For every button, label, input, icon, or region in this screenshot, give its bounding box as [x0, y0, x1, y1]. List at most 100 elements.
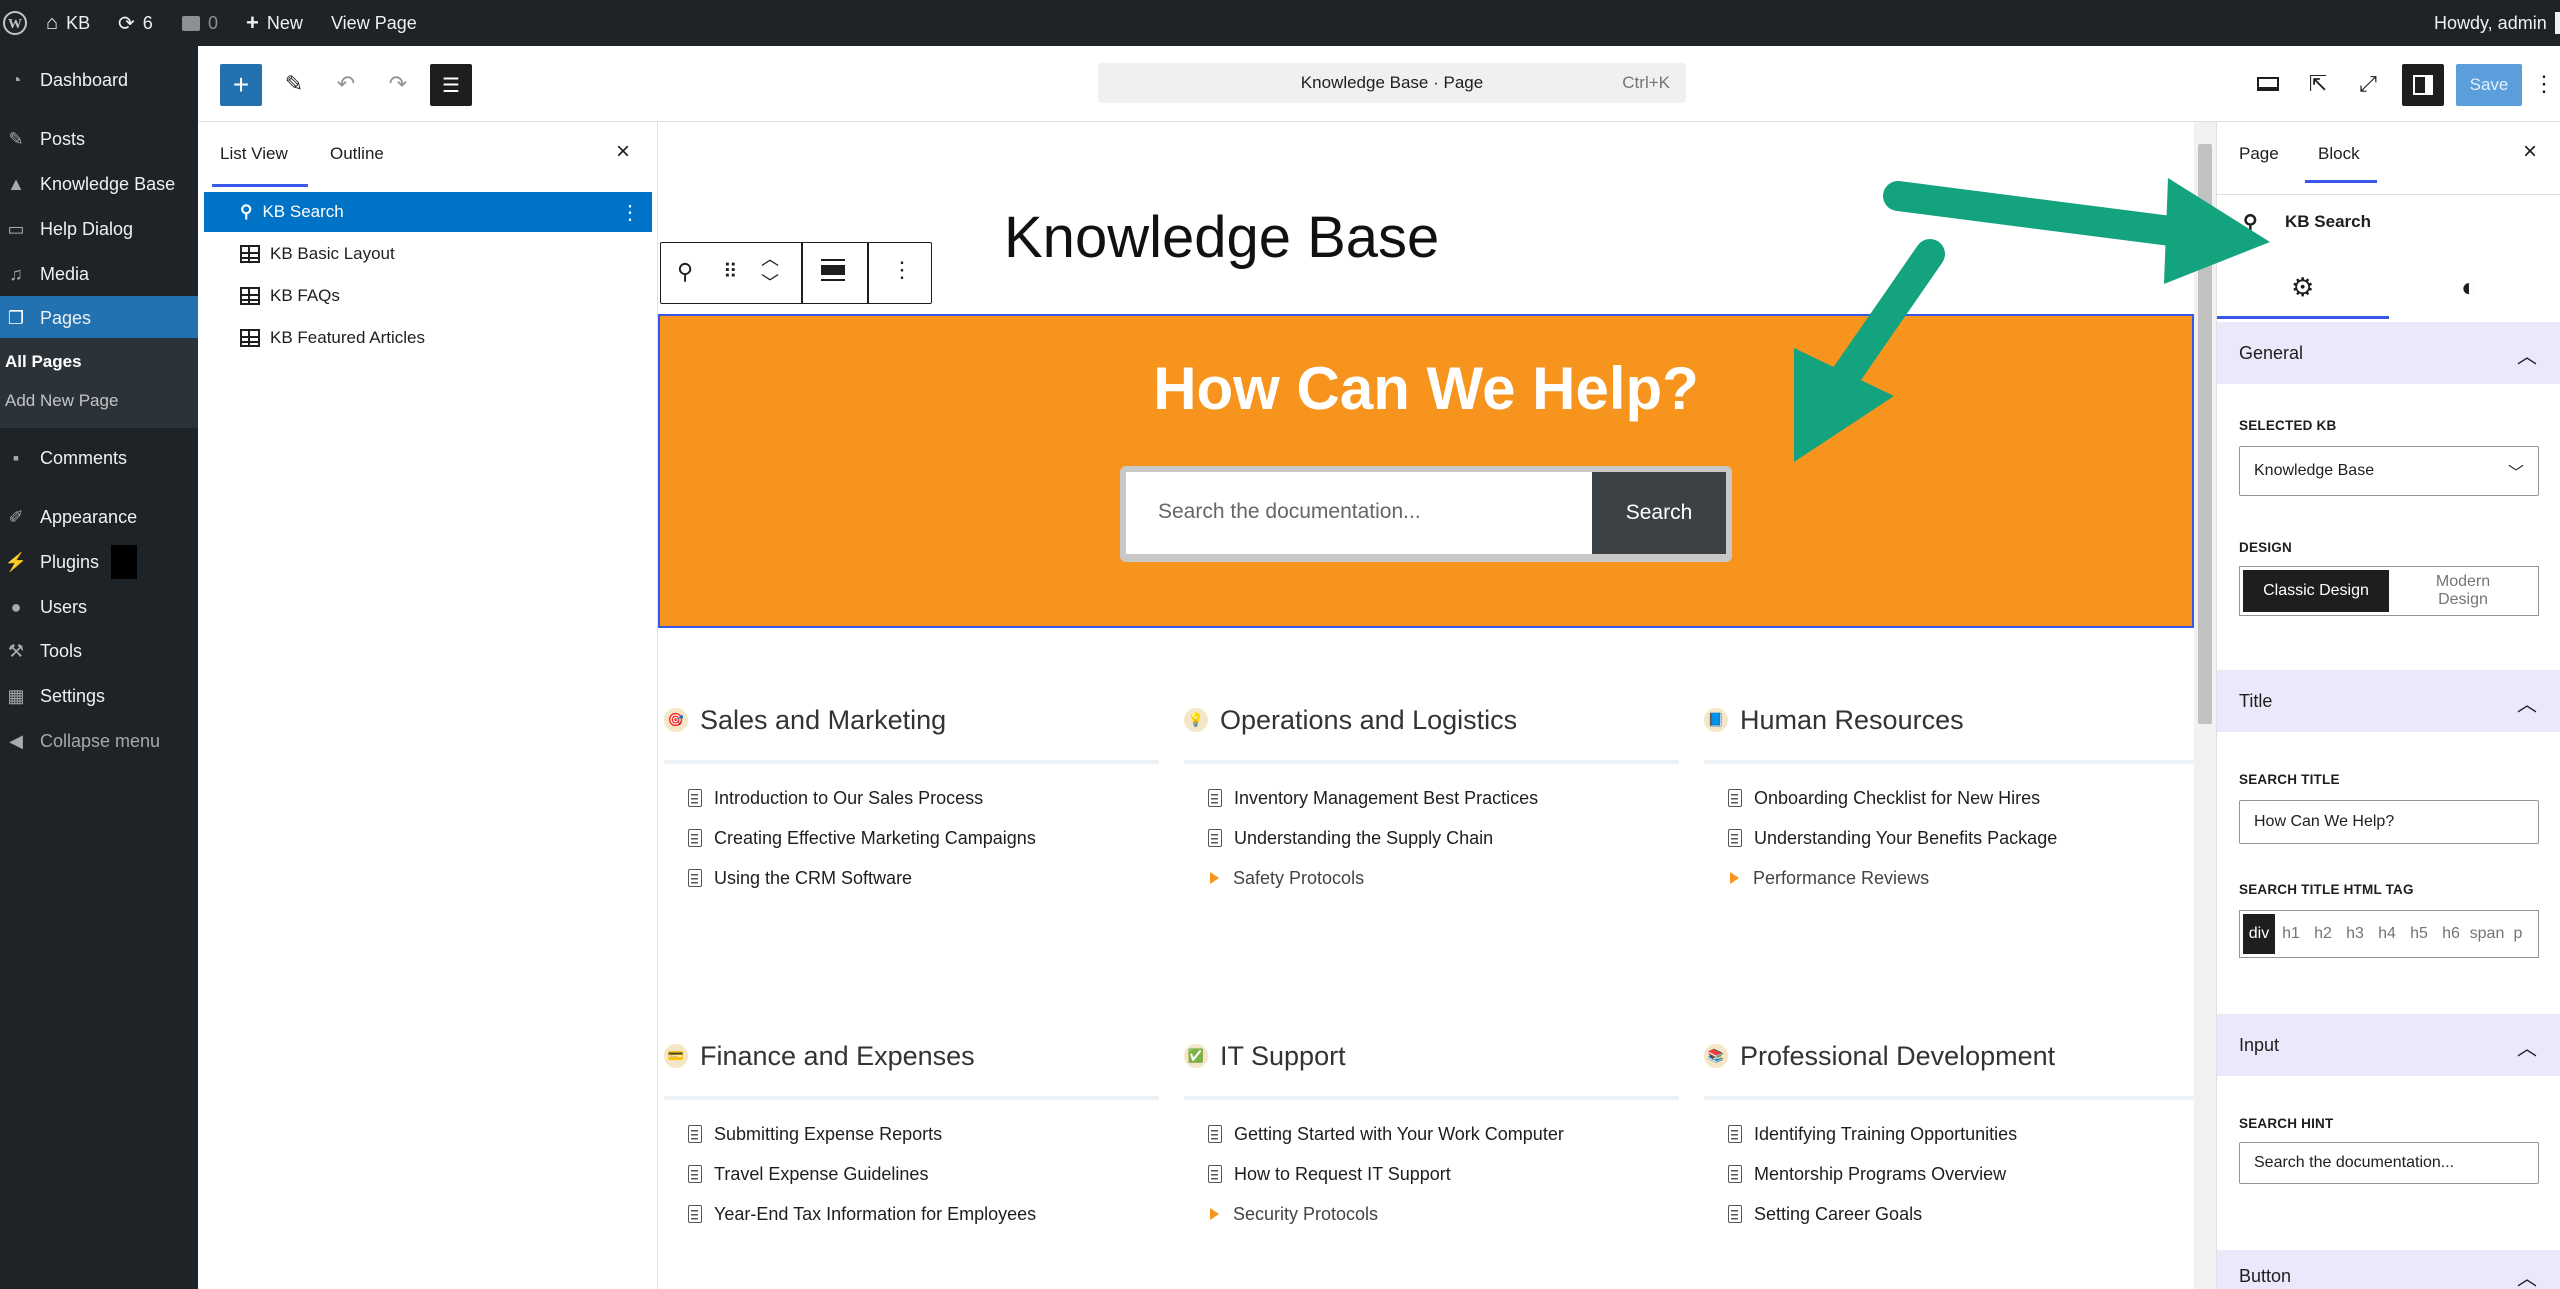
menu-tools[interactable]: ⚒ Tools	[0, 629, 198, 673]
settings-tab-gear[interactable]: ⚙	[2291, 272, 2314, 303]
scrollbar-thumb[interactable]	[2198, 144, 2212, 724]
selected-kb-select[interactable]: Knowledge Base ﹀	[2239, 446, 2539, 496]
command-palette-bar[interactable]: Knowledge Base · Page Ctrl+K	[1098, 63, 1686, 103]
category-title[interactable]: 💡 Operations and Logistics	[1184, 700, 1679, 740]
section-general[interactable]: General ︿	[2217, 322, 2560, 384]
section-title[interactable]: Title ︿	[2217, 670, 2560, 732]
menu-plugins[interactable]: ⚡ Plugins	[0, 540, 198, 584]
menu-collapse[interactable]: ◀ Collapse menu	[0, 719, 198, 763]
list-item-kb-search[interactable]: ⚲ KB Search ⋮	[204, 192, 652, 232]
article-link[interactable]: Onboarding Checklist for New Hires	[1704, 778, 2194, 818]
comments-link[interactable]: 0	[182, 0, 218, 46]
article-link[interactable]: Year-End Tax Information for Employees	[664, 1194, 1159, 1234]
subcategory-link[interactable]: Security Protocols	[1184, 1194, 1679, 1234]
article-link[interactable]: Understanding Your Benefits Package	[1704, 818, 2194, 858]
section-button[interactable]: Button ︿	[2217, 1250, 2560, 1289]
tab-page[interactable]: Page	[2239, 144, 2279, 164]
site-name-link[interactable]: ⌂ KB	[46, 0, 90, 46]
menu-media[interactable]: ♫ Media	[0, 252, 198, 296]
new-content-link[interactable]: + New	[246, 0, 303, 46]
section-input[interactable]: Input ︿	[2217, 1014, 2560, 1076]
menu-appearance[interactable]: ✐ Appearance	[0, 495, 198, 539]
category-title[interactable]: 💳 Finance and Expenses	[664, 1036, 1159, 1076]
design-option-modern[interactable]: Modern Design	[2390, 570, 2536, 612]
article-link[interactable]: Introduction to Our Sales Process	[664, 778, 1159, 818]
category-title[interactable]: 📚 Professional Development	[1704, 1036, 2194, 1076]
search-button[interactable]: Search	[1592, 472, 1726, 554]
category-title[interactable]: ✅ IT Support	[1184, 1036, 1679, 1076]
undo-button[interactable]: ↶	[326, 64, 366, 104]
subcategory-link[interactable]: Performance Reviews	[1704, 858, 2194, 898]
align-icon[interactable]	[821, 259, 845, 285]
submenu-add-new-page[interactable]: Add New Page	[5, 391, 118, 411]
menu-knowledge-base[interactable]: ▲ Knowledge Base	[0, 162, 198, 206]
article-link[interactable]: Identifying Training Opportunities	[1704, 1114, 2194, 1154]
settings-tab-style[interactable]: ◐	[2461, 272, 2477, 303]
category-title[interactable]: 🎯 Sales and Marketing	[664, 700, 1159, 740]
article-link[interactable]: Submitting Expense Reports	[664, 1114, 1159, 1154]
tab-list-view[interactable]: List View	[220, 144, 288, 164]
search-hint-input[interactable]: Search the documentation...	[2239, 1142, 2539, 1184]
list-item-kb-featured-articles[interactable]: KB Featured Articles	[204, 318, 652, 358]
preview-button[interactable]	[2248, 64, 2288, 104]
menu-dashboard[interactable]: ◔ Dashboard	[0, 58, 198, 102]
view-page-link[interactable]: View Page	[331, 0, 417, 46]
view-page-button[interactable]: ⇱	[2298, 64, 2338, 104]
drag-handle-icon[interactable]: ⠿	[723, 259, 738, 284]
menu-help-dialog[interactable]: ▭ Help Dialog	[0, 207, 198, 251]
wordpress-logo-icon[interactable]: W	[2, 0, 28, 46]
settings-toggle-button[interactable]	[2402, 64, 2444, 106]
tag-option-h6[interactable]: h6	[2435, 925, 2467, 943]
tag-option-h4[interactable]: h4	[2371, 925, 2403, 943]
more-vertical-icon[interactable]: ⋮	[620, 200, 640, 225]
category-title[interactable]: 📘 Human Resources	[1704, 700, 2194, 740]
menu-users[interactable]: ● Users	[0, 585, 198, 629]
article-link[interactable]: How to Request IT Support	[1184, 1154, 1679, 1194]
list-item-kb-basic-layout[interactable]: KB Basic Layout	[204, 234, 652, 274]
canvas-scrollbar[interactable]	[2194, 122, 2216, 1289]
design-option-classic[interactable]: Classic Design	[2243, 570, 2389, 612]
search-input[interactable]: Search the documentation...	[1126, 472, 1592, 554]
subcategory-link[interactable]: Safety Protocols	[1184, 858, 1679, 898]
list-item-kb-faqs[interactable]: KB FAQs	[204, 276, 652, 316]
howdy-account[interactable]: Howdy, admin	[2434, 0, 2560, 46]
fullscreen-button[interactable]: ⤢	[2348, 64, 2388, 104]
tag-option-h1[interactable]: h1	[2275, 925, 2307, 943]
article-link[interactable]: Travel Expense Guidelines	[664, 1154, 1159, 1194]
menu-posts[interactable]: ✎ Posts	[0, 117, 198, 161]
search-title-input[interactable]: How Can We Help?	[2239, 800, 2539, 844]
tab-outline[interactable]: Outline	[330, 144, 384, 164]
tag-option-h2[interactable]: h2	[2307, 925, 2339, 943]
article-link[interactable]: Setting Career Goals	[1704, 1194, 2194, 1234]
kb-search-block[interactable]: How Can We Help? Search the documentatio…	[658, 314, 2194, 628]
tag-option-p[interactable]: p	[2507, 925, 2529, 943]
tag-option-h3[interactable]: h3	[2339, 925, 2371, 943]
document-overview-button[interactable]: ☰	[430, 64, 472, 106]
page-title[interactable]: Knowledge Base	[1004, 204, 1439, 271]
tab-block[interactable]: Block	[2318, 144, 2360, 164]
tag-option-h5[interactable]: h5	[2403, 925, 2435, 943]
submenu-all-pages[interactable]: All Pages	[5, 352, 82, 372]
article-link[interactable]: Using the CRM Software	[664, 858, 1159, 898]
close-list-view-button[interactable]: ×	[616, 138, 630, 166]
menu-comments[interactable]: ▪ Comments	[0, 436, 198, 480]
article-link[interactable]: Mentorship Programs Overview	[1704, 1154, 2194, 1194]
updates-link[interactable]: ⟳ 6	[118, 0, 153, 46]
close-settings-button[interactable]: ×	[2523, 138, 2537, 166]
save-button[interactable]: Save	[2456, 64, 2522, 106]
article-link[interactable]: Inventory Management Best Practices	[1184, 778, 1679, 818]
article-link[interactable]: Creating Effective Marketing Campaigns	[664, 818, 1159, 858]
redo-button[interactable]: ↷	[378, 64, 418, 104]
search-title[interactable]: How Can We Help?	[660, 354, 2192, 423]
tools-button[interactable]: ✎	[274, 64, 314, 104]
tag-option-span[interactable]: span	[2467, 925, 2507, 943]
more-vertical-icon[interactable]: ⋮	[891, 257, 913, 283]
menu-settings[interactable]: ▦ Settings	[0, 674, 198, 718]
menu-pages[interactable]: ❐ Pages	[0, 296, 198, 340]
tag-option-div[interactable]: div	[2243, 914, 2275, 954]
article-link[interactable]: Getting Started with Your Work Computer	[1184, 1114, 1679, 1154]
options-button[interactable]: ⋮	[2533, 64, 2555, 104]
block-inserter-button[interactable]: +	[220, 64, 262, 106]
search-icon[interactable]: ⚲	[677, 259, 693, 285]
move-up-down-icon[interactable]: ︿ ﹀	[761, 247, 779, 295]
